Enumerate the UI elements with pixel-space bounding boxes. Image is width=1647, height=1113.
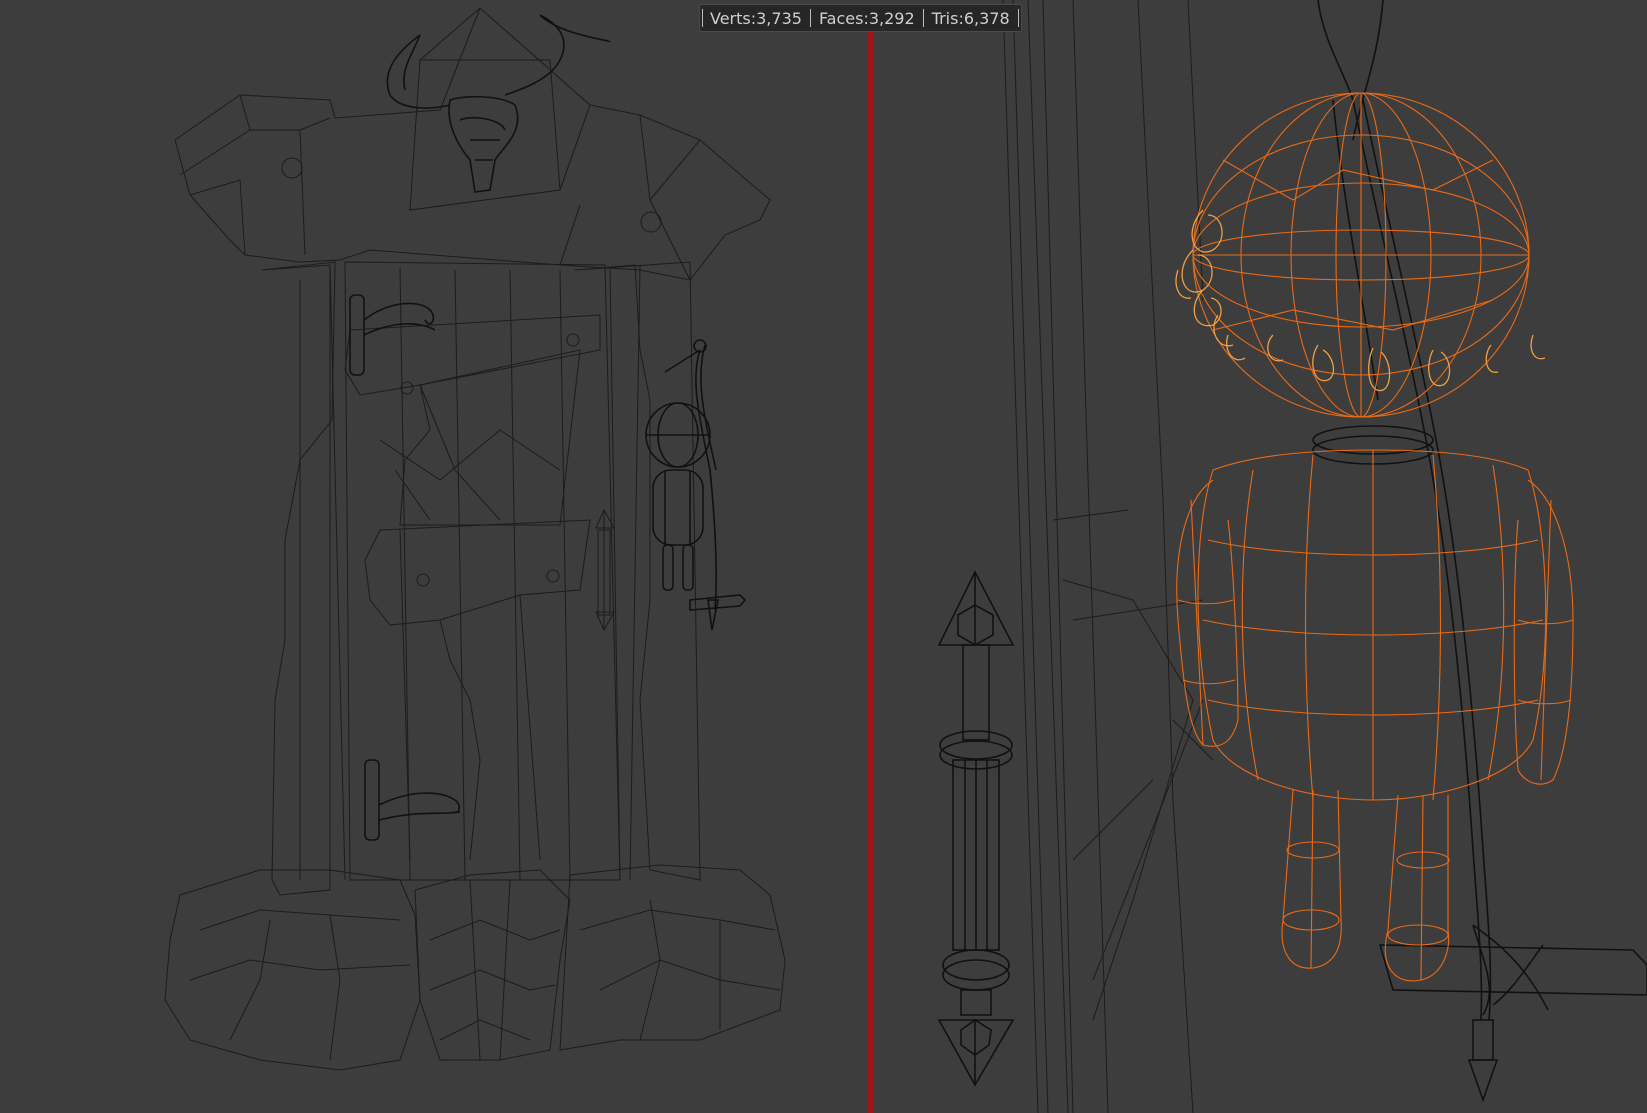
stats-separator	[702, 9, 703, 27]
stats-separator	[809, 9, 811, 27]
stats-separator	[1017, 9, 1019, 27]
stats-tris: Tris:6,378	[931, 8, 1010, 28]
doll-wireframe-selected-icon	[937, 0, 1647, 1113]
stats-faces: Faces:3,292	[818, 8, 915, 28]
stats-verts: Verts:3,735	[710, 8, 802, 28]
stats-separator	[922, 9, 924, 27]
door-wireframe-icon	[164, 7, 786, 1071]
viewport-left[interactable]	[0, 0, 868, 1113]
viewport-stats-overlay: Verts:3,735 Faces:3,292 Tris:6,378	[699, 4, 1022, 32]
viewport-right[interactable]	[873, 0, 1647, 1113]
